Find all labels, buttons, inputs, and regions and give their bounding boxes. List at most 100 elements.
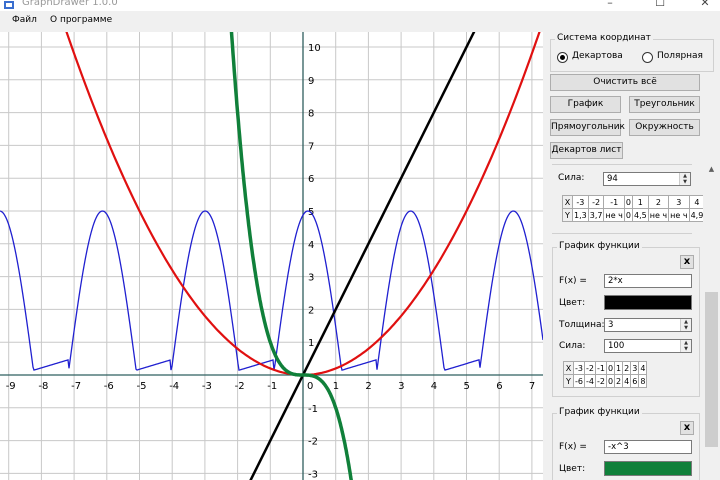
minimize-button[interactable]: – bbox=[590, 0, 630, 10]
block3-color-swatch[interactable] bbox=[604, 461, 692, 476]
x-tick-label: -5 bbox=[137, 381, 147, 392]
block1-x-cell: -3 bbox=[572, 195, 589, 209]
y-tick-label: -3 bbox=[308, 469, 318, 480]
radio-polar-label[interactable]: Полярная bbox=[657, 51, 703, 61]
block1-strength-spinner[interactable]: 94 ▲ ▼ bbox=[603, 172, 691, 186]
block2-fx-input[interactable]: 2*x bbox=[604, 274, 692, 288]
block1-x-cell: -2 bbox=[587, 195, 605, 209]
block1-x-cell: 1 bbox=[631, 195, 649, 209]
radio-cartesian-label[interactable]: Декартова bbox=[572, 51, 623, 61]
scroll-up-arrow-icon[interactable]: ▲ bbox=[703, 162, 720, 176]
y-tick-label: 6 bbox=[308, 174, 314, 185]
function-block-2: График функции x F(x) = 2*x Цвет: Толщин… bbox=[552, 241, 700, 397]
y-tick-label: 7 bbox=[308, 141, 314, 152]
spinner-arrows-icon[interactable]: ▲ ▼ bbox=[679, 173, 690, 185]
block1-y-cell: 0 bbox=[623, 208, 633, 222]
spinner-arrows-icon[interactable]: ▲ ▼ bbox=[680, 319, 691, 331]
y-tick-label: -2 bbox=[308, 437, 318, 448]
y-tick-label: 10 bbox=[308, 43, 321, 54]
graph-button[interactable]: График bbox=[550, 96, 621, 113]
block2-x-cell: -2 bbox=[583, 361, 596, 375]
clear-all-button[interactable]: Очистить всё bbox=[550, 74, 700, 91]
block2-y-cell: 2 bbox=[614, 374, 624, 388]
radio-cartesian[interactable] bbox=[557, 52, 568, 63]
x-tick-label: 3 bbox=[398, 381, 404, 392]
block1-x-cell: 3 bbox=[668, 195, 690, 209]
block2-y-cell: 4 bbox=[622, 374, 632, 388]
scrollbar-thumb[interactable] bbox=[705, 292, 718, 447]
x-tick-label: 2 bbox=[365, 381, 371, 392]
spinner-arrows-icon[interactable]: ▲ ▼ bbox=[680, 340, 691, 352]
block3-title: График функции bbox=[557, 407, 642, 417]
block2-strength-spinner[interactable]: 100 ▲ ▼ bbox=[604, 339, 692, 353]
block1-strength-label: Сила: bbox=[558, 173, 585, 183]
radio-polar[interactable] bbox=[642, 52, 653, 63]
x-tick-label: -2 bbox=[235, 381, 245, 392]
block2-y-cell: -6 bbox=[573, 374, 585, 388]
panel-scrollbar[interactable]: ▲ bbox=[703, 162, 720, 480]
menu-file[interactable]: Файл bbox=[12, 15, 37, 25]
menu-about[interactable]: О программе bbox=[50, 15, 112, 25]
block2-strength-value: 100 bbox=[608, 341, 625, 351]
block2-fx-label: F(x) = bbox=[559, 276, 587, 286]
block3-fx-label: F(x) = bbox=[559, 442, 587, 452]
block2-x-cell: X bbox=[563, 361, 574, 375]
block2-thickness-spinner[interactable]: 3 ▲ ▼ bbox=[604, 318, 692, 332]
y-tick-label: 8 bbox=[308, 109, 314, 120]
y-tick-label: 9 bbox=[308, 76, 314, 87]
block2-x-cell: 3 bbox=[630, 361, 640, 375]
y-tick-label: 1 bbox=[308, 338, 314, 349]
x-tick-label: -9 bbox=[6, 381, 16, 392]
block2-x-cell: 1 bbox=[614, 361, 624, 375]
x-tick-label: -7 bbox=[71, 381, 81, 392]
graph-canvas[interactable]: -9 -8 -7 -6 -5 -4 -3 -2 -1 0 1 2 3 4 5 6 7 10 9 8 7 6 5 4 3 2 1 -1-… bbox=[0, 32, 543, 480]
block2-close-button[interactable]: x bbox=[680, 255, 694, 269]
control-panel: Система координат Декартова Полярная Очи… bbox=[543, 31, 720, 480]
graph-svg: -9 -8 -7 -6 -5 -4 -3 -2 -1 0 1 2 3 4 5 6 710987654321-1-… bbox=[0, 32, 543, 480]
x-tick-label: -8 bbox=[38, 381, 48, 392]
x-tick-label: 7 bbox=[529, 381, 535, 392]
title-bar: GraphDrawer 1.0.0 – ☐ ✕ bbox=[0, 0, 720, 11]
block1-y-cell: 3,7 bbox=[587, 208, 605, 222]
block2-title: График функции bbox=[557, 241, 642, 251]
x-tick-label: 6 bbox=[496, 381, 502, 392]
y-tick-label: 2 bbox=[308, 305, 314, 316]
maximize-button[interactable]: ☐ bbox=[640, 0, 680, 10]
y-tick-label: -1 bbox=[308, 404, 318, 415]
block1-y-cell: не ч bbox=[647, 208, 670, 222]
block2-x-cell: -1 bbox=[594, 361, 607, 375]
block2-x-cell: 0 bbox=[605, 361, 616, 375]
block3-fx-input[interactable]: -x^3 bbox=[604, 440, 692, 454]
triangle-button[interactable]: Треугольник bbox=[629, 96, 700, 113]
block2-color-label: Цвет: bbox=[559, 298, 586, 308]
x-tick-label: 1 bbox=[333, 381, 339, 392]
block1-x-cell: 0 bbox=[623, 195, 633, 209]
block3-color-label: Цвет: bbox=[559, 464, 586, 474]
menu-bar: Файл О программе bbox=[0, 11, 720, 31]
functions-scroll-area[interactable]: Сила: 94 ▲ ▼ X -3 -2 -1 0 1 2 3 4 Y 1,3 3,7 не ч 0 4,5… bbox=[552, 161, 708, 480]
folium-button[interactable]: Декартов лист bbox=[550, 142, 623, 159]
block3-close-button[interactable]: x bbox=[680, 421, 694, 435]
x-tick-label: -6 bbox=[104, 381, 114, 392]
x-tick-label: -1 bbox=[267, 381, 277, 392]
block1-values-table: X -3 -2 -1 0 1 2 3 4 Y 1,3 3,7 не ч 0 4,5 не ч не ч 4,9 bbox=[562, 195, 706, 222]
window-title: GraphDrawer 1.0.0 bbox=[22, 0, 118, 8]
block2-strength-label: Сила: bbox=[559, 341, 586, 351]
x-tick-label: 5 bbox=[464, 381, 470, 392]
x-tick-label: 4 bbox=[431, 381, 437, 392]
divider bbox=[552, 233, 692, 234]
line-curve bbox=[249, 32, 476, 480]
block2-thickness-value: 3 bbox=[608, 320, 614, 330]
block2-thickness-label: Толщина: bbox=[559, 320, 605, 330]
x-tick-label: 0 bbox=[307, 381, 313, 392]
coordinate-system-group: Система координат Декартова Полярная bbox=[550, 33, 714, 72]
rectangle-button[interactable]: Прямоугольник bbox=[550, 119, 625, 136]
block1-x-cell: X bbox=[562, 195, 573, 209]
app-icon bbox=[4, 1, 14, 9]
block2-y-cell: -4 bbox=[583, 374, 596, 388]
block2-color-swatch[interactable] bbox=[604, 295, 692, 310]
circle-button[interactable]: Окружность bbox=[629, 119, 700, 136]
block2-x-cell: 4 bbox=[638, 361, 648, 375]
block2-x-cell: 2 bbox=[622, 361, 632, 375]
close-button[interactable]: ✕ bbox=[685, 0, 720, 10]
